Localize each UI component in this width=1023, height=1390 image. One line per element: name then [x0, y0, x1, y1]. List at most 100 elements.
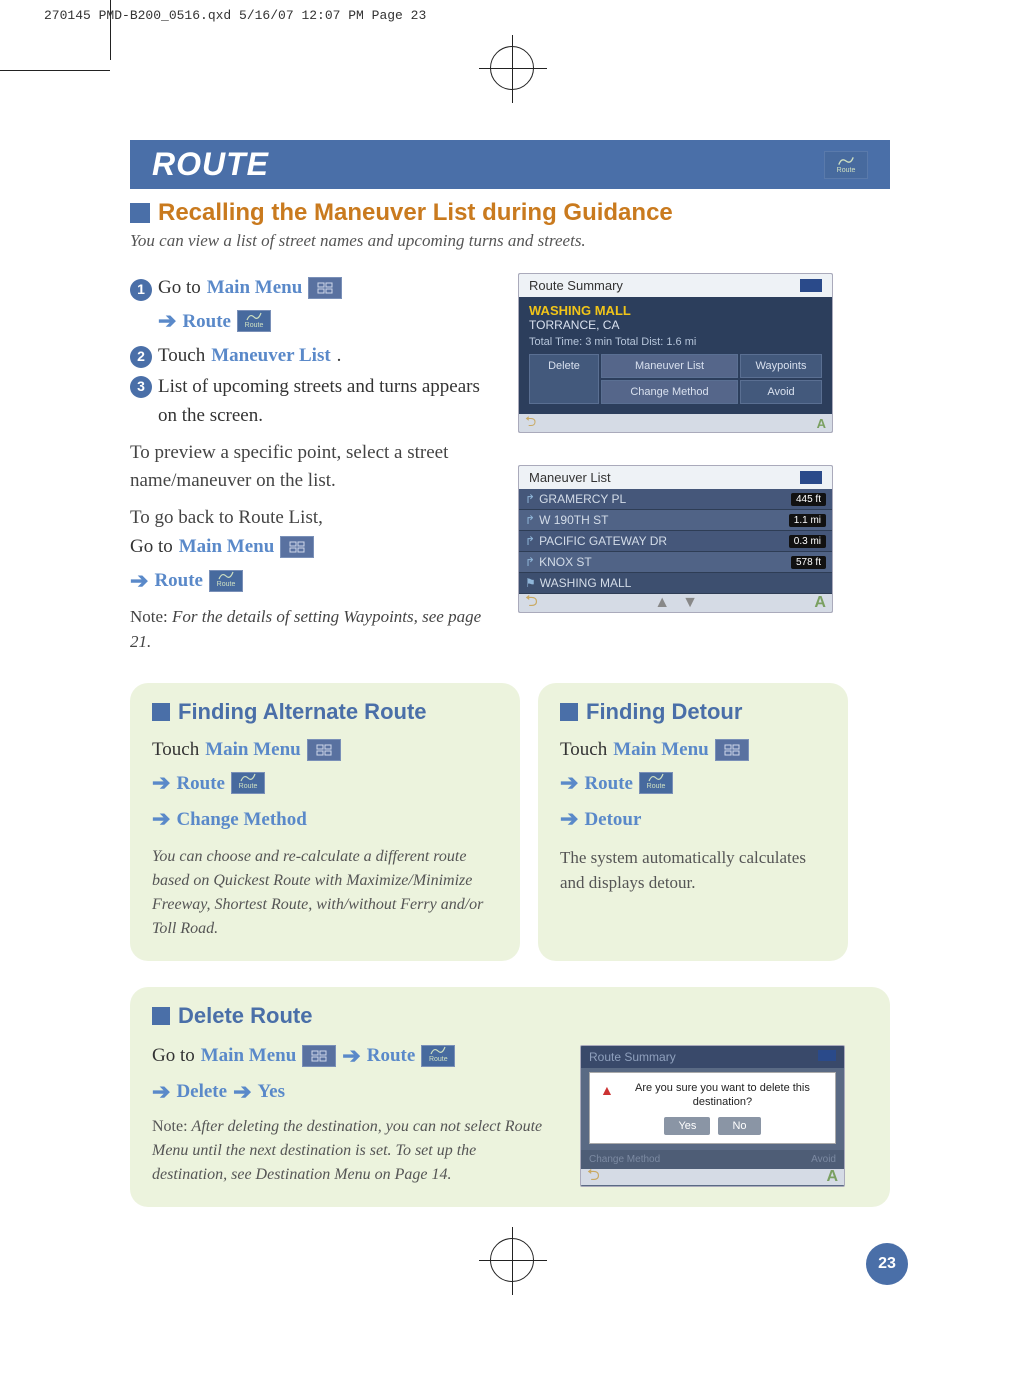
turn-icon: ↱	[525, 534, 535, 548]
step-2: 2 Touch Maneuver List.	[130, 341, 490, 370]
registration-mark-icon	[490, 1238, 534, 1282]
route-icon: Route	[209, 570, 243, 592]
page-title: ROUTE	[152, 146, 269, 183]
no-button[interactable]: No	[718, 1117, 760, 1135]
crop-header-text: 270145 PMD-B200_0516.qxd 5/16/07 12:07 P…	[44, 8, 426, 23]
maneuver-row[interactable]: ↱W 190TH ST1.1 mi	[519, 510, 832, 531]
back-icon[interactable]: ⮌	[525, 411, 536, 433]
step-text: Touch	[152, 735, 199, 764]
step-number-icon: 3	[130, 376, 152, 398]
main-menu-label: Main Menu	[179, 532, 275, 561]
back-icon[interactable]: ⮌	[587, 1164, 600, 1187]
a-icon[interactable]: A	[817, 416, 826, 431]
note-label: Note:	[152, 1118, 192, 1135]
panel-description: The system automatically calculates and …	[560, 845, 826, 896]
shot-title: Maneuver List	[529, 470, 611, 485]
detour-panel: Finding Detour Touch Main Menu ➔RouteRou…	[538, 683, 848, 961]
route-icon-label: Route	[217, 580, 236, 591]
step-text: Touch	[158, 341, 205, 370]
main-menu-label: Main Menu	[205, 735, 301, 764]
delete-label: Delete	[176, 1077, 227, 1106]
route-icon-label: Route	[429, 1055, 448, 1066]
section-heading-text: Recalling the Maneuver List during Guida…	[158, 199, 673, 227]
arrow-icon: ➔	[560, 766, 578, 800]
a-icon[interactable]: A	[826, 1168, 838, 1186]
delete-route-panel: Delete Route Go to Main Menu ➔RouteRoute…	[130, 987, 890, 1207]
route-label: Route	[584, 769, 633, 798]
arrow-icon: ➔	[560, 802, 578, 836]
yes-label: Yes	[258, 1077, 285, 1106]
maneuver-row[interactable]: ↱KNOX ST578 ft	[519, 552, 832, 573]
avoid-button[interactable]: Avoid	[740, 380, 822, 404]
goback-route: ➔ Route Route	[130, 564, 490, 598]
change-method-button[interactable]: Change Method	[601, 380, 738, 404]
step-1: 1 Go to Main Menu	[130, 273, 490, 302]
title-bar: ROUTE Route	[130, 140, 890, 189]
down-arrow-icon[interactable]: ▼	[682, 594, 698, 612]
preview-text: To preview a specific point, select a st…	[130, 439, 490, 496]
route-meta: Total Time: 3 min Total Dist: 1.6 mi	[529, 336, 822, 348]
yes-button[interactable]: Yes	[664, 1117, 710, 1135]
change-method-label: Change Method	[176, 805, 306, 834]
note-text: After deleting the destination, you can …	[152, 1118, 542, 1183]
main-menu-label: Main Menu	[207, 273, 303, 302]
route-label: Route	[154, 566, 203, 595]
panel-heading: Delete Route	[178, 1003, 312, 1029]
flag-icon	[800, 471, 822, 484]
goback-line1: To go back to Route List,	[130, 504, 490, 533]
main-menu-icon	[280, 536, 314, 558]
step-3: 3 List of upcoming streets and turns app…	[130, 372, 490, 431]
section-heading: Recalling the Maneuver List during Guida…	[130, 199, 890, 227]
route-icon-label: Route	[245, 321, 264, 332]
maneuver-row[interactable]: ⚑WASHING MALL	[519, 573, 832, 594]
step-text: Go to	[158, 273, 201, 302]
route-badge-label: Route	[837, 167, 856, 174]
maneuver-list-button[interactable]: Maneuver List	[601, 354, 738, 378]
arrow-icon: ➔	[152, 766, 170, 800]
registration-mark-icon	[490, 46, 534, 90]
arrow-icon: ➔	[342, 1039, 360, 1073]
confirm-dialog: ▲ Are you sure you want to delete this d…	[589, 1072, 836, 1145]
arrow-icon: ➔	[158, 304, 176, 338]
screenshots-column: Route Summary WASHING MALL TORRANCE, CA …	[518, 273, 848, 655]
main-menu-label: Main Menu	[201, 1041, 297, 1070]
crop-mark	[0, 70, 110, 71]
main-menu-icon	[715, 739, 749, 761]
arrow-icon: ➔	[152, 1075, 170, 1109]
waypoints-button[interactable]: Waypoints	[740, 354, 822, 378]
route-summary-screenshot: Route Summary WASHING MALL TORRANCE, CA …	[518, 273, 833, 433]
page-content: ROUTE Route Recalling the Maneuver List …	[130, 140, 890, 1207]
main-menu-icon	[308, 277, 342, 299]
route-icon: Route	[237, 310, 271, 332]
up-arrow-icon[interactable]: ▲	[654, 594, 670, 612]
instructions-column: 1 Go to Main Menu ➔ Route Route 2 Touch …	[130, 273, 490, 655]
step-text: List of upcoming streets and turns appea…	[158, 372, 490, 431]
square-bullet-icon	[152, 703, 170, 721]
maneuver-list-screenshot: Maneuver List ↱GRAMERCY PL445 ft↱W 190TH…	[518, 465, 833, 613]
turn-icon: ↱	[525, 513, 535, 527]
delete-note: Note: After deleting the destination, yo…	[152, 1115, 552, 1187]
turn-icon: ↱	[525, 555, 535, 569]
main-menu-icon	[302, 1045, 336, 1067]
turn-icon: ⚑	[525, 576, 536, 590]
a-icon[interactable]: A	[814, 594, 826, 612]
section-intro: You can view a list of street names and …	[130, 231, 890, 251]
avoid-button: Avoid	[811, 1154, 836, 1165]
shot-title: Route Summary	[589, 1050, 676, 1064]
route-icon: Route	[639, 772, 673, 794]
back-icon[interactable]: ⮌	[525, 590, 538, 614]
step-number-icon: 2	[130, 346, 152, 368]
maneuver-row[interactable]: ↱GRAMERCY PL445 ft	[519, 489, 832, 510]
square-bullet-icon	[130, 203, 150, 223]
destination-city: TORRANCE, CA	[529, 318, 822, 332]
alternate-route-panel: Finding Alternate Route Touch Main Menu …	[130, 683, 520, 961]
destination-name: WASHING MALL	[529, 303, 822, 318]
route-icon: Route	[231, 772, 265, 794]
delete-button[interactable]: Delete	[529, 354, 599, 404]
maneuver-row[interactable]: ↱PACIFIC GATEWAY DR0.3 mi	[519, 531, 832, 552]
square-bullet-icon	[152, 1007, 170, 1025]
delete-dialog-screenshot: Route Summary ▲ Are you sure you want to…	[580, 1045, 845, 1187]
flag-icon	[818, 1050, 836, 1061]
turn-icon: ↱	[525, 492, 535, 506]
dialog-message: Are you sure you want to delete this des…	[635, 1082, 810, 1108]
